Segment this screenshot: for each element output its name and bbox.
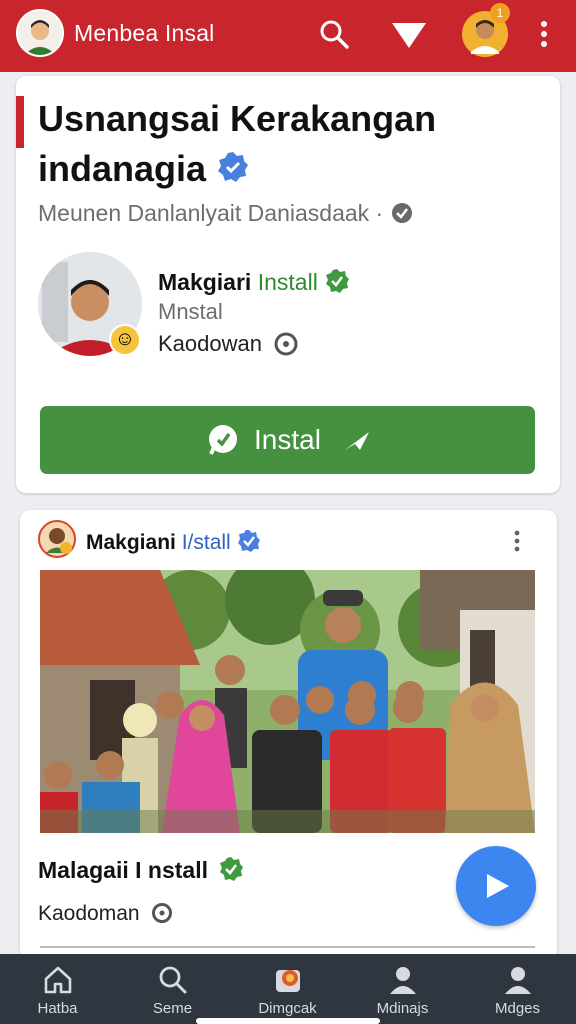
bottom-navigation: Hatba Seme Dimgcak Mdinajs Mdges: [0, 954, 576, 1024]
post-location-text: Kaodoman: [38, 902, 140, 925]
more-menu-icon[interactable]: [537, 20, 551, 55]
post-author[interactable]: Makgiani I/stall: [86, 529, 261, 555]
post-author-highlight: I/stall: [181, 531, 231, 554]
headline-line-2: indanagia: [38, 148, 207, 189]
nav-label-profile: Mdges: [494, 1000, 541, 1017]
filter-icon[interactable]: [390, 20, 428, 55]
smile-emoji-icon: ☺: [109, 324, 141, 356]
page-title: Usnangsai Kerakangan indanagia: [38, 94, 548, 194]
nav-item-notifications[interactable]: Dimgcak: [230, 954, 345, 1024]
nav-item-search[interactable]: Seme: [115, 954, 230, 1024]
headline-accent-bar: [16, 96, 24, 148]
verified-check-icon: [220, 857, 244, 881]
search-icon: [159, 966, 187, 994]
play-icon: [487, 874, 509, 898]
search-icon[interactable]: [318, 18, 350, 55]
nav-item-home[interactable]: Hatba: [0, 954, 115, 1024]
developer-location: Kaodowan: [158, 331, 298, 357]
app-subtitle-text: Meunen Danlanlyait Daniasdaak ·: [38, 200, 384, 226]
nav-item-people[interactable]: Mdinajs: [345, 954, 460, 1024]
play-button[interactable]: [456, 846, 536, 926]
nav-label-people: Mdinajs: [376, 1000, 429, 1017]
post-photo[interactable]: [40, 570, 535, 833]
install-button-label: Instal: [254, 424, 321, 455]
post-title[interactable]: Malagaii I nstall: [38, 856, 244, 884]
divider: [40, 946, 535, 948]
app-avatar[interactable]: [16, 9, 64, 57]
app-info-card: Usnangsai Kerakangan indanagia Meunen Da…: [16, 76, 560, 493]
location-badge-icon: [274, 332, 298, 356]
post-title-text: Malagaii I nstall: [38, 857, 208, 883]
notifications-icon: [276, 970, 300, 992]
developer-name[interactable]: Makgiari Install: [158, 268, 350, 296]
whatsapp-icon: [209, 425, 237, 455]
nav-label-notifications: Dimgcak: [258, 1000, 317, 1017]
developer-location-text: Kaodowan: [158, 331, 262, 356]
home-icon: [44, 966, 72, 994]
nav-label-home: Hatba: [37, 1000, 78, 1017]
post-card: Makgiani I/stall Malagaii I nstall Kaodo…: [20, 510, 557, 960]
home-indicator[interactable]: [196, 1018, 380, 1024]
headline-line-1: Usnangsai Kerakangan: [38, 98, 437, 139]
app-subtitle: Meunen Danlanlyait Daniasdaak ·: [38, 200, 414, 227]
profile-icon: [505, 967, 531, 994]
post-location: Kaodoman: [38, 902, 173, 926]
post-author-text: Makgiani: [86, 531, 176, 554]
verified-badge-icon: [218, 152, 249, 182]
developer-subtitle: Mnstal: [158, 299, 223, 324]
app-title: Menbea Insal: [74, 20, 215, 46]
nav-label-search: Seme: [152, 1000, 193, 1017]
nav-item-profile[interactable]: Mdges: [460, 954, 575, 1024]
post-author-logo[interactable]: [38, 520, 76, 558]
verified-check-icon: [326, 269, 350, 293]
post-menu-icon[interactable]: [512, 530, 522, 557]
developer-name-highlight: Install: [257, 269, 318, 295]
location-badge-icon: [152, 903, 173, 923]
info-badge-icon: [391, 203, 412, 223]
notification-badge: 1: [490, 3, 510, 23]
developer-name-text: Makgiari: [158, 269, 252, 295]
app-header: Menbea Insal 1: [0, 0, 576, 72]
verified-badge-icon: [237, 530, 260, 552]
send-icon: [345, 432, 369, 450]
person-icon: [390, 967, 416, 994]
install-button[interactable]: Instal: [40, 406, 535, 474]
